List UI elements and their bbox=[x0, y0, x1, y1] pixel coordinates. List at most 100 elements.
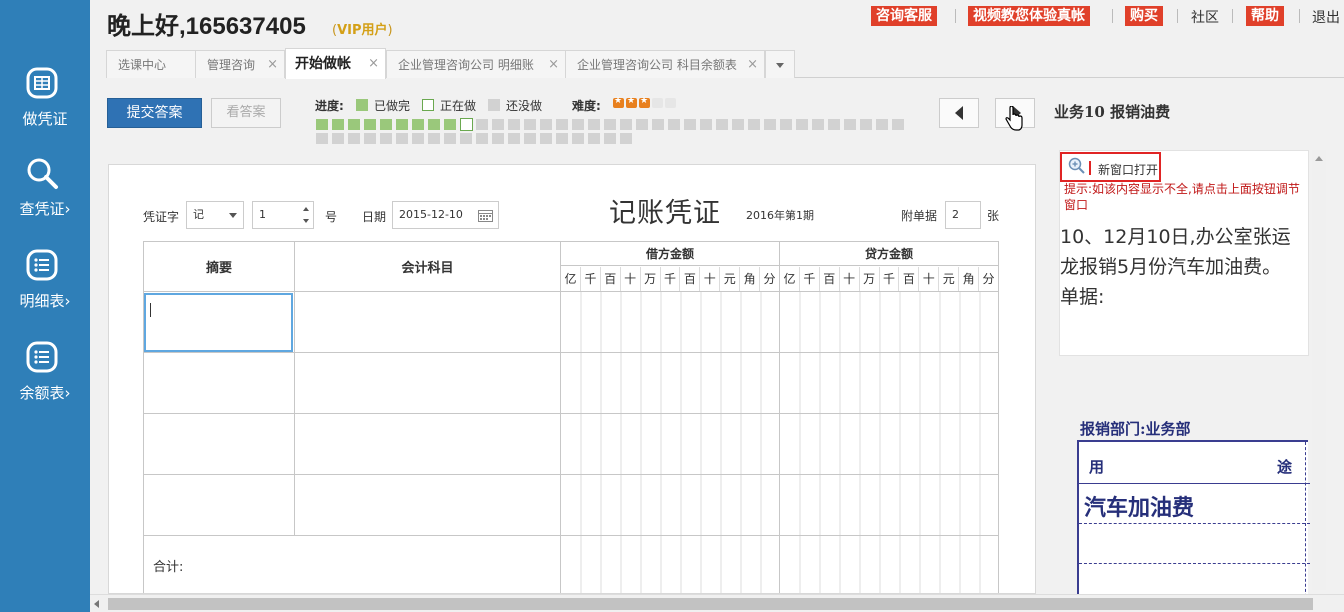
summary-cell[interactable] bbox=[143, 413, 295, 475]
debit-cell[interactable] bbox=[560, 413, 780, 475]
progress-cell[interactable] bbox=[412, 119, 424, 130]
progress-cell[interactable] bbox=[508, 119, 520, 130]
tab-more-dropdown[interactable] bbox=[765, 50, 795, 78]
scroll-up-icon[interactable] bbox=[1315, 156, 1323, 161]
submit-answer-button[interactable]: 提交答案 bbox=[107, 98, 202, 128]
summary-cell[interactable] bbox=[143, 352, 295, 414]
tab-account-balance[interactable]: 企业管理咨询公司 科目余额表 × bbox=[565, 50, 765, 78]
progress-cell[interactable] bbox=[668, 119, 680, 130]
sidebar-item-query-voucher[interactable]: 查凭证› bbox=[0, 152, 90, 232]
community-link[interactable]: 社区 bbox=[1191, 7, 1219, 27]
progress-cell[interactable] bbox=[332, 133, 344, 144]
sidebar-item-make-voucher[interactable]: 做凭证 bbox=[0, 62, 90, 142]
sidebar-item-detail-ledger[interactable]: 明细表› bbox=[0, 244, 90, 324]
progress-cell[interactable] bbox=[892, 119, 904, 130]
previous-task-button[interactable] bbox=[939, 98, 979, 128]
progress-cell[interactable] bbox=[588, 119, 600, 130]
progress-cell[interactable] bbox=[508, 133, 520, 144]
progress-cell[interactable] bbox=[444, 119, 456, 130]
account-cell[interactable] bbox=[294, 474, 561, 536]
progress-cell[interactable] bbox=[380, 133, 392, 144]
progress-cell[interactable] bbox=[444, 133, 456, 144]
account-cell[interactable] bbox=[294, 291, 561, 353]
progress-cell[interactable] bbox=[812, 119, 824, 130]
progress-cell[interactable] bbox=[540, 133, 552, 144]
stepper-up-icon[interactable] bbox=[303, 207, 309, 211]
progress-cell[interactable] bbox=[348, 133, 360, 144]
progress-cell[interactable] bbox=[540, 119, 552, 130]
progress-cell[interactable] bbox=[620, 119, 632, 130]
progress-cell[interactable] bbox=[588, 133, 600, 144]
progress-cell[interactable] bbox=[604, 119, 616, 130]
progress-cell[interactable] bbox=[492, 119, 504, 130]
progress-cell[interactable] bbox=[476, 133, 488, 144]
video-tutorial-button[interactable]: 视频教您体验真帐 bbox=[968, 6, 1090, 26]
close-icon[interactable]: × bbox=[368, 49, 379, 79]
sidebar-item-balance-sheet[interactable]: 余额表› bbox=[0, 336, 90, 416]
progress-cell[interactable] bbox=[604, 133, 616, 144]
progress-cell[interactable] bbox=[652, 119, 664, 130]
progress-cell[interactable] bbox=[316, 119, 328, 130]
credit-cell[interactable] bbox=[779, 352, 999, 414]
progress-cell[interactable] bbox=[684, 119, 696, 130]
voucher-word-select[interactable]: 记 bbox=[186, 201, 244, 229]
voucher-number-stepper[interactable]: 1 bbox=[252, 201, 314, 229]
progress-cell[interactable] bbox=[828, 119, 840, 130]
progress-cell[interactable] bbox=[316, 133, 328, 144]
horizontal-scrollbar[interactable] bbox=[90, 594, 1344, 612]
view-answer-button[interactable]: 看答案 bbox=[211, 98, 281, 128]
progress-cell[interactable] bbox=[460, 118, 473, 131]
progress-cell[interactable] bbox=[876, 119, 888, 130]
progress-cell[interactable] bbox=[460, 133, 472, 144]
progress-cell[interactable] bbox=[364, 119, 376, 130]
progress-cell[interactable] bbox=[556, 133, 568, 144]
debit-cell[interactable] bbox=[560, 474, 780, 536]
summary-cell[interactable] bbox=[143, 291, 295, 353]
close-icon[interactable]: × bbox=[267, 51, 278, 79]
open-new-window-button[interactable]: 新窗口打开 bbox=[1060, 152, 1161, 182]
progress-cell[interactable] bbox=[780, 119, 792, 130]
progress-cell[interactable] bbox=[860, 119, 872, 130]
progress-cell[interactable] bbox=[844, 119, 856, 130]
buy-button[interactable]: 购买 bbox=[1125, 6, 1163, 26]
progress-cell[interactable] bbox=[700, 119, 712, 130]
progress-cell[interactable] bbox=[796, 119, 808, 130]
progress-cell[interactable] bbox=[764, 119, 776, 130]
credit-cell[interactable] bbox=[779, 291, 999, 353]
account-cell[interactable] bbox=[294, 352, 561, 414]
summary-cell[interactable] bbox=[143, 474, 295, 536]
progress-cell[interactable] bbox=[524, 133, 536, 144]
tab-start-bookkeeping[interactable]: 开始做帐 × bbox=[285, 48, 386, 79]
scrollbar-thumb[interactable] bbox=[108, 598, 1313, 610]
progress-cell[interactable] bbox=[476, 119, 488, 130]
logout-link[interactable]: 退出 bbox=[1312, 7, 1340, 27]
progress-cell[interactable] bbox=[748, 119, 760, 130]
close-icon[interactable]: × bbox=[747, 51, 758, 79]
panel-scrollbar[interactable] bbox=[1312, 150, 1326, 590]
credit-cell[interactable] bbox=[779, 413, 999, 475]
progress-cell[interactable] bbox=[732, 119, 744, 130]
progress-cell[interactable] bbox=[348, 119, 360, 130]
tab-detail-ledger[interactable]: 企业管理咨询公司 明细账 × bbox=[386, 50, 566, 78]
progress-cell[interactable] bbox=[716, 119, 728, 130]
progress-cell[interactable] bbox=[492, 133, 504, 144]
account-cell[interactable] bbox=[294, 413, 561, 475]
credit-cell[interactable] bbox=[779, 474, 999, 536]
tab-course-center[interactable]: 选课中心 bbox=[106, 50, 196, 78]
attachments-input[interactable]: 2 bbox=[945, 201, 981, 229]
calendar-icon[interactable] bbox=[478, 209, 493, 222]
progress-cell[interactable] bbox=[572, 119, 584, 130]
progress-cell[interactable] bbox=[556, 119, 568, 130]
progress-cell[interactable] bbox=[396, 119, 408, 130]
tab-management-consulting[interactable]: 管理咨询 × bbox=[195, 50, 285, 78]
consult-service-button[interactable]: 咨询客服 bbox=[871, 6, 937, 26]
progress-cell[interactable] bbox=[412, 133, 424, 144]
progress-cell[interactable] bbox=[380, 119, 392, 130]
progress-cell[interactable] bbox=[396, 133, 408, 144]
date-field[interactable]: 2015-12-10 bbox=[392, 201, 499, 229]
progress-cell[interactable] bbox=[620, 133, 632, 144]
progress-cell[interactable] bbox=[364, 133, 376, 144]
progress-cell[interactable] bbox=[636, 119, 648, 130]
scroll-left-icon[interactable] bbox=[94, 600, 99, 608]
progress-cell[interactable] bbox=[524, 119, 536, 130]
